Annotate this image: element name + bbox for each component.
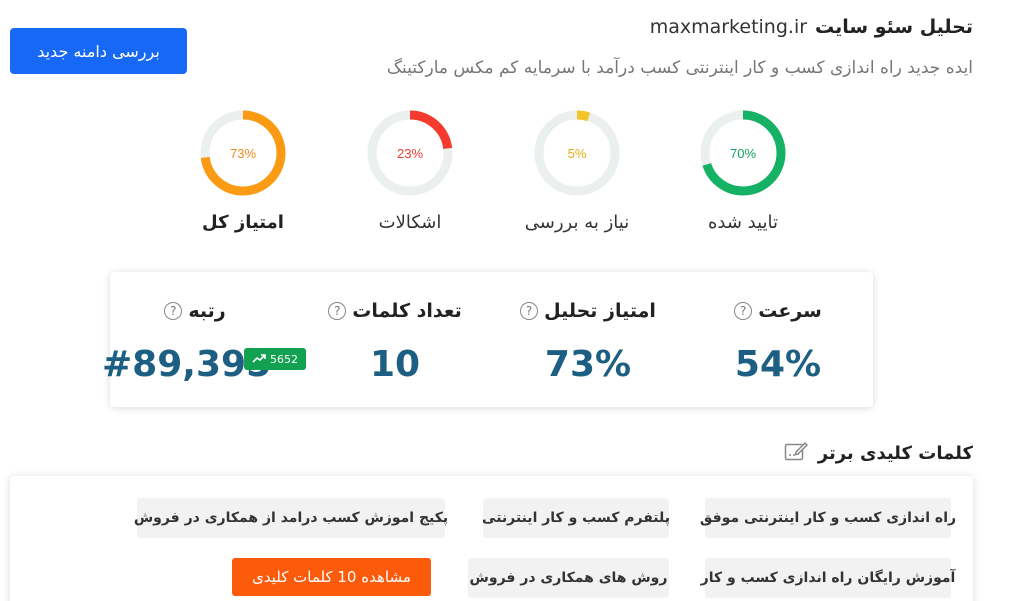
stat-rank-header: رتبه ? bbox=[110, 300, 300, 322]
gauge-total-score-value: 73% bbox=[230, 146, 256, 161]
gauge-approved-ring: 70% bbox=[700, 110, 786, 196]
stat-speed-value: 54% bbox=[734, 344, 822, 385]
score-gauges: 70% تایید شده 5% نیاز به بررسی 23% اشکال… bbox=[0, 108, 1021, 248]
gauge-needs-review: 5% نیاز به بررسی bbox=[497, 108, 657, 233]
gauge-errors-value: 23% bbox=[397, 146, 423, 161]
gauge-approved-label: تایید شده bbox=[707, 212, 779, 233]
edit-note-icon bbox=[784, 440, 808, 467]
help-icon[interactable]: ? bbox=[520, 302, 539, 320]
stat-analysis-value: 73% bbox=[544, 344, 632, 385]
domain-name: maxmarketing.ir bbox=[649, 16, 808, 38]
stat-words-header: تعداد کلمات ? bbox=[300, 300, 490, 322]
stat-rank: رتبه ? #89,395 5652 bbox=[102, 272, 306, 407]
stats-card: سرعت ? 54% امتیاز تحلیل ? 73% تعداد کلما… bbox=[102, 272, 873, 407]
gauge-needs-review-value: 5% bbox=[568, 146, 587, 161]
stat-analysis-header: امتیاز تحلیل ? bbox=[493, 300, 683, 322]
page-title: تحلیل سئو سایت bbox=[815, 16, 973, 38]
rank-change-badge: 5652 bbox=[244, 348, 306, 370]
page-header: تحلیل سئو سایت maxmarketing.ir ایده جدید… bbox=[0, 0, 1021, 100]
site-description: ایده جدید راه اندازی کسب و کار اینترنتی … bbox=[386, 58, 973, 78]
stat-analysis-label: امتیاز تحلیل bbox=[544, 300, 656, 322]
new-domain-button[interactable]: بررسی دامنه جدید bbox=[10, 28, 187, 74]
gauge-errors: 23% اشکالات bbox=[330, 108, 490, 233]
view-all-keywords-button[interactable]: مشاهده 10 کلمات کلیدی bbox=[232, 558, 431, 596]
stat-word-count: تعداد کلمات ? 10 bbox=[300, 272, 490, 407]
stat-speed-label: سرعت bbox=[758, 300, 822, 322]
gauge-approved: 70% تایید شده bbox=[663, 108, 823, 233]
gauge-total-score-ring: 73% bbox=[200, 110, 286, 196]
keywords-title: کلمات کلیدی برتر bbox=[817, 443, 973, 464]
gauge-errors-ring: 23% bbox=[367, 110, 453, 196]
keyword-chip[interactable]: راه اندازی کسب و کار اینترنتی موفق bbox=[700, 498, 956, 538]
trend-up-icon bbox=[252, 353, 266, 366]
gauge-needs-review-label: نیاز به بررسی bbox=[524, 212, 630, 233]
help-icon[interactable]: ? bbox=[328, 302, 347, 320]
gauge-approved-value: 70% bbox=[730, 146, 756, 161]
stat-words-label: تعداد کلمات bbox=[352, 300, 462, 322]
help-icon[interactable]: ? bbox=[164, 302, 183, 320]
gauge-errors-label: اشکالات bbox=[378, 212, 442, 233]
keywords-card: راه اندازی کسب و کار اینترنتی موفق پلتفر… bbox=[10, 476, 973, 601]
title-row: تحلیل سئو سایت maxmarketing.ir bbox=[650, 16, 973, 38]
keyword-chip[interactable]: آموزش رایگان راه اندازی کسب و کار bbox=[701, 558, 955, 598]
keywords-section-title: کلمات کلیدی برتر bbox=[784, 440, 973, 467]
help-icon[interactable]: ? bbox=[734, 302, 753, 320]
keyword-chip[interactable]: روش های همکاری در فروش bbox=[468, 558, 669, 598]
gauge-total-score: 73% امتیاز کل bbox=[163, 108, 323, 233]
keyword-chip[interactable]: پلتفرم کسب و کار اینترنتی bbox=[482, 498, 670, 538]
stat-speed-header: سرعت ? bbox=[683, 300, 873, 322]
rank-change-value: 5652 bbox=[270, 352, 298, 366]
keyword-chip[interactable]: پکیج اموزش کسب درامد از همکاری در فروش bbox=[134, 498, 448, 538]
stat-speed: سرعت ? 54% bbox=[683, 272, 873, 407]
gauge-needs-review-ring: 5% bbox=[534, 110, 620, 196]
stat-words-value: 10 bbox=[369, 344, 421, 385]
stat-analysis-score: امتیاز تحلیل ? 73% bbox=[493, 272, 683, 407]
gauge-total-score-label: امتیاز کل bbox=[202, 212, 284, 233]
stat-rank-label: رتبه bbox=[188, 300, 226, 322]
